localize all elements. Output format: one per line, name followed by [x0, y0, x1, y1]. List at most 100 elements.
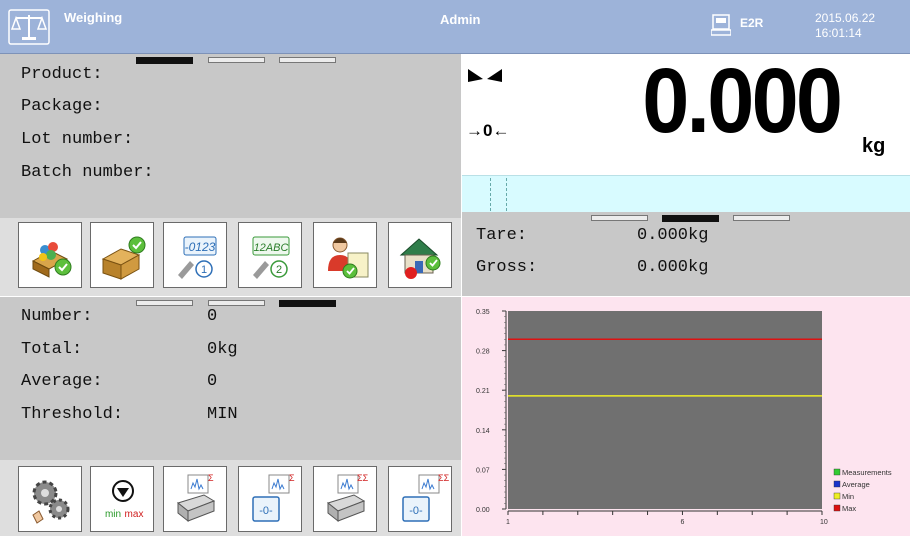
device-icon [710, 14, 732, 36]
settings-button[interactable] [18, 466, 82, 532]
page-indicator-1 [136, 57, 193, 64]
chart-x-tick-label: 6 [680, 519, 684, 526]
chart-x-tick-label: 1 [506, 519, 510, 526]
min-max-threshold-icon: min max [105, 480, 144, 520]
chart-plot-area [508, 311, 822, 509]
zero-double-sum-button[interactable]: ΣΣ -0- [388, 466, 452, 532]
chart-legend-label: Measurements [842, 468, 892, 477]
time: 16:01:14 [815, 26, 862, 40]
home-check-icon [399, 238, 441, 279]
chart-y-tick-label: 0.28 [476, 349, 490, 356]
svg-text:Σ: Σ [289, 473, 295, 483]
svg-text:ΣΣ: ΣΣ [357, 473, 369, 483]
zero-sum-icon: Σ -0- [252, 473, 295, 522]
weight-display: →0← 0.000 kg [462, 50, 910, 175]
svg-text:-0123: -0123 [185, 240, 216, 254]
zero-double-sum-icon: ΣΣ -0- [402, 473, 450, 522]
chart-y-tick-label: 0.35 [476, 309, 490, 316]
date-time: 2015.06.22 16:01:14 [815, 11, 875, 41]
page-indicator-3 [279, 57, 336, 63]
tool-numeric-1-icon: -0123 1 [178, 236, 217, 279]
tool-alphanumeric-2-button[interactable]: 12ABC 2 [238, 222, 302, 288]
chart-legend-label: Max [842, 504, 856, 513]
tare-value: 0.000kg [637, 226, 709, 245]
svg-text:12ABC: 12ABC [254, 242, 289, 254]
database-button[interactable] [18, 222, 82, 288]
number-value: 0 [207, 307, 218, 326]
chart-legend-swatch [833, 504, 841, 512]
threshold-value: MIN [207, 405, 238, 424]
svg-text:Σ: Σ [208, 473, 214, 483]
stats-page-indicator-3 [279, 300, 336, 307]
chart-y-tick-label: 0.21 [476, 388, 490, 395]
chart-legend-swatch [833, 468, 841, 476]
svg-text:min: min [105, 509, 121, 520]
chart-y-tick-label: 0.00 [476, 507, 490, 514]
zero-indicator: →0← [466, 121, 510, 140]
package-button[interactable] [90, 222, 154, 288]
stats-page-indicator-1 [136, 300, 193, 306]
tare-panel[interactable]: Tare: 0.000kg Gross: 0.000kg [462, 212, 910, 296]
gross-value: 0.000kg [637, 258, 709, 277]
stats-page-indicator-2 [208, 300, 265, 306]
zero-sum-button[interactable]: Σ -0- [238, 466, 302, 532]
statistics-chart: 0.35 0.28 0.21 0.14 0.07 0.00 1 6 10 Measurements… [476, 309, 892, 526]
chart-y-tick-label: 0.14 [476, 428, 490, 435]
chart-legend-swatch [833, 480, 841, 488]
date: 2015.06.22 [815, 11, 876, 25]
chart-legend-swatch [833, 492, 841, 500]
svg-text:max: max [125, 509, 144, 520]
statistics-chart-panel[interactable]: 0.35 0.28 0.21 0.14 0.07 0.00 1 6 10 Measurements… [462, 297, 910, 536]
average-label: Average: [21, 372, 103, 391]
min-max-button[interactable]: min max [90, 466, 154, 532]
stability-indicator-icon [468, 67, 502, 88]
svg-text:-0-: -0- [259, 505, 273, 517]
tare-page-indicator-2 [662, 215, 719, 222]
tool-alphanumeric-2-icon: 12ABC 2 [252, 236, 290, 279]
chart-legend-label: Min [842, 492, 854, 501]
total-value: 0kg [207, 340, 238, 359]
package-check-icon [101, 236, 146, 280]
statistics-panel[interactable]: Number: 0 Total: 0kg Average: 0 Threshol… [0, 297, 461, 460]
total-label: Total: [21, 340, 83, 359]
svg-text:2: 2 [276, 264, 282, 276]
scale-logo-icon[interactable] [8, 9, 50, 45]
weight-unit: kg [862, 135, 886, 157]
tool-numeric-1-button[interactable]: -0123 1 [163, 222, 227, 288]
svg-text:ΣΣ: ΣΣ [438, 473, 450, 483]
top-bar: Weighing Admin E2R 2015.06.22 16:01:14 [0, 0, 910, 54]
bargraph-marker-right [506, 178, 508, 211]
load-bargraph [462, 175, 910, 212]
package-label: Package: [21, 97, 103, 116]
average-value: 0 [207, 372, 218, 391]
svg-text:1: 1 [201, 264, 207, 276]
tare-page-indicator-3 [733, 215, 790, 221]
home-button[interactable] [388, 222, 452, 288]
tare-page-indicator-1 [591, 215, 648, 221]
gross-label: Gross: [476, 258, 538, 277]
product-label: Product: [21, 65, 103, 84]
bargraph-marker-left [490, 178, 492, 211]
database-check-icon [31, 242, 72, 278]
operator-document-icon [328, 237, 369, 279]
batch-number-label: Batch number: [21, 163, 154, 182]
number-label: Number: [21, 307, 93, 326]
settings-gears-icon [32, 480, 70, 524]
operator-button[interactable] [313, 222, 377, 288]
tare-label: Tare: [476, 226, 528, 245]
product-info-panel[interactable]: Product: Package: Lot number: Batch numb… [0, 54, 461, 218]
print-double-sum-icon: ΣΣ [326, 473, 369, 523]
device-name: E2R [740, 16, 764, 30]
lot-number-label: Lot number: [21, 130, 134, 149]
app-title: Weighing [64, 10, 123, 25]
weight-value: 0.000 [641, 50, 843, 152]
page-indicator-2 [208, 57, 265, 63]
chart-y-tick-label: 0.07 [476, 467, 490, 474]
logged-user[interactable]: Admin [440, 12, 480, 27]
svg-text:-0-: -0- [409, 505, 423, 517]
chart-x-tick-label: 10 [820, 519, 828, 526]
print-sum-button[interactable]: Σ [163, 466, 227, 532]
threshold-label: Threshold: [21, 405, 124, 424]
print-sum-icon: Σ [176, 473, 216, 523]
print-double-sum-button[interactable]: ΣΣ [313, 466, 377, 532]
